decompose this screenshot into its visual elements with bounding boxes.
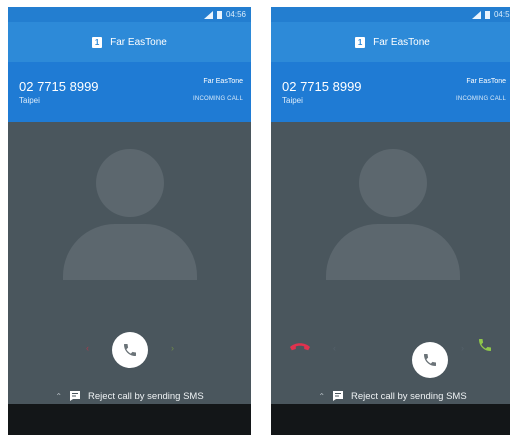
call-info: 02 7715 8999 Taipei Far EasTone INCOMING…: [271, 62, 510, 122]
signal-icon: [471, 10, 481, 19]
sms-reject-label: Reject call by sending SMS: [88, 390, 204, 402]
chevron-up-icon: ⌃: [318, 391, 326, 401]
accept-hint-icon: ›: [461, 343, 464, 353]
caller-number: 02 7715 8999: [282, 79, 362, 94]
phone-icon: [424, 354, 436, 366]
call-info: 02 7715 8999 Taipei Far EasTone INCOMING…: [8, 62, 251, 122]
avatar-body: [325, 224, 460, 280]
incoming-call-screen: 04:56 1 Far EasTone 02 7715 8999 Taipei …: [8, 7, 251, 435]
call-carrier: Far EasTone: [466, 78, 506, 85]
avatar-body: [62, 224, 197, 280]
signal-icon: [203, 10, 213, 19]
message-icon: [333, 391, 344, 401]
decline-hint-icon: ‹: [333, 343, 336, 353]
message-icon: [70, 391, 81, 401]
navigation-bar: [271, 404, 510, 435]
battery-icon: [216, 10, 222, 19]
sms-reject-label: Reject call by sending SMS: [351, 390, 467, 402]
avatar-head: [95, 149, 164, 217]
status-bar: 04:56: [8, 7, 251, 22]
sms-reject-row[interactable]: ⌃ Reject call by sending SMS: [271, 389, 510, 403]
call-carrier: Far EasTone: [203, 78, 243, 85]
phone-icon: [124, 344, 136, 356]
contact-avatar: [271, 122, 510, 297]
phone-icon[interactable]: [477, 337, 493, 353]
accept-hint-icon: ›: [171, 343, 174, 353]
carrier-bar: 1 Far EasTone: [271, 22, 510, 62]
status-time: 04:56: [225, 10, 246, 19]
phone-hang-up-icon[interactable]: [289, 340, 311, 352]
carrier-name: Far EasTone: [373, 36, 430, 48]
incoming-call-screen-dragging: 04:57 1 Far EasTone 02 7715 8999 Taipei …: [271, 7, 510, 435]
status-bar: 04:57: [271, 7, 510, 22]
caller-number: 02 7715 8999: [19, 79, 99, 94]
answer-button[interactable]: [112, 332, 148, 368]
call-status: INCOMING CALL: [193, 96, 243, 102]
decline-hint-icon: ‹: [86, 343, 89, 353]
sim-badge: 1: [355, 36, 366, 48]
call-status: INCOMING CALL: [456, 96, 506, 102]
caller-location: Taipei: [282, 96, 303, 105]
answer-button[interactable]: [412, 342, 448, 378]
status-time: 04:57: [493, 10, 510, 19]
contact-avatar: [8, 122, 251, 297]
avatar-head: [358, 149, 427, 217]
navigation-bar: [8, 404, 251, 435]
sim-badge: 1: [92, 36, 103, 48]
carrier-bar: 1 Far EasTone: [8, 22, 251, 62]
chevron-up-icon: ⌃: [55, 391, 63, 401]
sms-reject-row[interactable]: ⌃ Reject call by sending SMS: [8, 389, 251, 403]
carrier-name: Far EasTone: [110, 36, 167, 48]
caller-location: Taipei: [19, 96, 40, 105]
battery-icon: [484, 10, 490, 19]
